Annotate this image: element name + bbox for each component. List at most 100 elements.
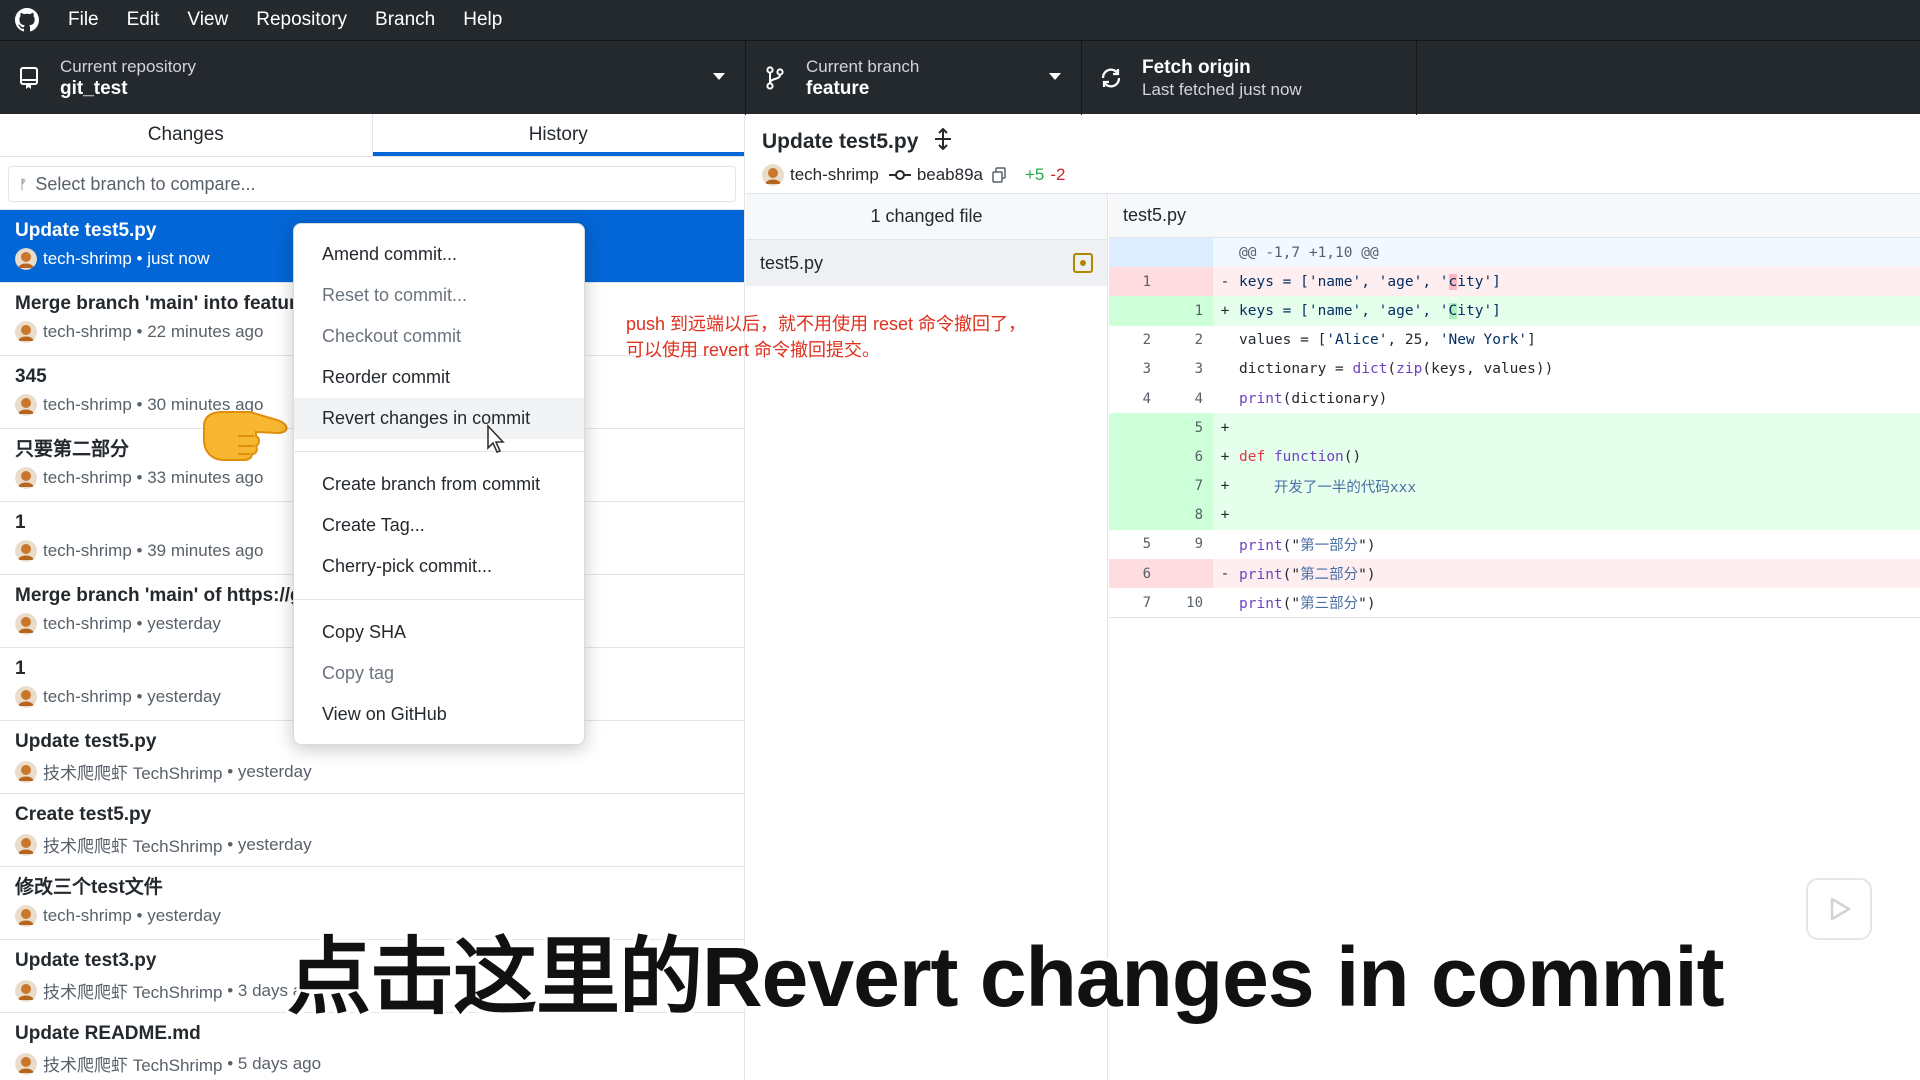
commit-item-separator: • (222, 1053, 238, 1073)
menu-bar: File Edit View Repository Branch Help (0, 0, 1920, 40)
branch-icon: ᚠ (19, 176, 28, 192)
fetch-origin-button[interactable]: Fetch origin Last fetched just now (1082, 41, 1417, 115)
commit-item-separator: • (222, 980, 238, 1000)
tab-changes[interactable]: Changes (0, 114, 373, 156)
commit-list-item[interactable]: Create test5.py 技术爬爬虾 TechShrimp • yester… (0, 794, 744, 867)
commit-item-separator: • (222, 761, 238, 781)
avatar (762, 164, 784, 186)
changed-file-item[interactable]: test5.py (746, 240, 1107, 286)
branch-icon (762, 65, 788, 91)
new-line-number: 10 (1161, 588, 1213, 618)
commit-item-separator: • (131, 322, 148, 341)
new-line-number: 6 (1161, 442, 1213, 472)
commit-item-time: yesterday (147, 906, 221, 925)
avatar (15, 321, 37, 343)
commit-item-author: tech-shrimp (43, 541, 132, 560)
diff-line[interactable]: 1 - keys = ['name', 'age', 'city'] (1109, 267, 1920, 297)
new-line-number: 8 (1161, 500, 1213, 530)
diff-code: print(dictionary) (1239, 390, 1388, 407)
diff-code: dictionary = dict(zip(keys, values)) (1239, 361, 1554, 378)
commit-item-separator: • (131, 541, 148, 560)
video-play-button[interactable] (1806, 878, 1872, 940)
tab-history[interactable]: History (372, 114, 744, 156)
fetch-origin-label: Fetch origin (1142, 57, 1251, 78)
menu-item-revert-changes-in-commit[interactable]: Revert changes in commit (294, 398, 584, 439)
menu-item-checkout-commit[interactable]: Checkout commit (294, 316, 584, 357)
video-caption: 点击这里的Revert changes in commit (287, 930, 1725, 1024)
menu-edit[interactable]: Edit (113, 0, 174, 40)
avatar (15, 686, 37, 708)
toolbar: Current repository git_test Current bran… (0, 40, 1920, 115)
diff-line[interactable]: 6 - print("第二部分") (1109, 559, 1920, 589)
commit-item-separator: • (131, 468, 148, 487)
menu-item-reset-to-commit[interactable]: Reset to commit... (294, 275, 584, 316)
sync-icon (1098, 65, 1124, 91)
changed-file-name: test5.py (760, 252, 824, 273)
last-fetched-text: Last fetched just now (1142, 80, 1302, 99)
menu-item-amend-commit[interactable]: Amend commit... (294, 234, 584, 275)
diff-end-divider (1109, 617, 1920, 619)
commit-item-author: 技术爬爬虾 TechShrimp (43, 837, 223, 856)
sidebar-tabs: Changes History (0, 114, 744, 157)
menu-item-cherry-pick-commit[interactable]: Cherry-pick commit... (294, 546, 584, 587)
copy-icon[interactable] (991, 167, 1007, 183)
diff-line[interactable]: 5 9 print("第一部分") (1109, 529, 1920, 560)
menu-item-view-on-github[interactable]: View on GitHub (294, 694, 584, 735)
menu-branch[interactable]: Branch (361, 0, 449, 40)
commit-item-time: yesterday (237, 834, 312, 854)
branch-compare-input[interactable]: ᚠ Select branch to compare... (8, 166, 736, 202)
old-line-number: 3 (1109, 354, 1161, 384)
diff-line[interactable]: 6 + def function() (1109, 442, 1920, 472)
commit-item-author: 技术爬爬虾 TechShrimp (43, 764, 223, 783)
commit-author: tech-shrimp (790, 165, 879, 184)
menu-file[interactable]: File (54, 0, 113, 40)
menu-repository[interactable]: Repository (242, 0, 361, 40)
menu-item-copy-sha[interactable]: Copy SHA (294, 612, 584, 653)
chevron-down-icon (1049, 73, 1061, 80)
commit-item-time: yesterday (147, 687, 221, 706)
commit-item-separator: • (131, 395, 148, 414)
diff-code: def function() (1239, 448, 1362, 465)
menu-item-copy-tag[interactable]: Copy tag (294, 653, 584, 694)
commit-item-meta: 技术爬爬虾 TechShrimp • 5 days ago (15, 1051, 729, 1076)
menu-item-create-branch-from-commit[interactable]: Create branch from commit (294, 464, 584, 505)
diff-line[interactable]: 3 3 dictionary = dict(zip(keys, values)) (1109, 354, 1920, 384)
diff-line[interactable]: 5 + (1109, 413, 1920, 443)
current-repository-button[interactable]: Current repository git_test (0, 41, 746, 115)
current-branch-button[interactable]: Current branch feature (746, 41, 1082, 115)
commit-item-time: yesterday (147, 614, 221, 633)
chevron-down-icon (713, 73, 725, 80)
menu-view[interactable]: View (173, 0, 242, 40)
commit-item-author: 技术爬爬虾 TechShrimp (43, 983, 223, 1002)
changed-char-highlight: c (1448, 273, 1458, 290)
commit-item-separator: • (131, 614, 148, 633)
new-line-number: 1 (1161, 296, 1213, 326)
commit-item-author: tech-shrimp (43, 322, 132, 341)
play-icon (1830, 897, 1851, 921)
menu-item-create-tag[interactable]: Create Tag... (294, 505, 584, 546)
diff-line[interactable]: 1 + keys = ['name', 'age', 'City'] (1109, 296, 1920, 326)
expand-icon[interactable] (932, 127, 954, 156)
diff-line[interactable]: 7 10 print("第三部分") (1109, 588, 1920, 618)
new-line-number: 9 (1161, 529, 1213, 560)
github-desktop-window: File Edit View Repository Branch Help Cu… (0, 0, 1920, 1080)
menu-help[interactable]: Help (449, 0, 516, 40)
commit-item-title: Create test5.py (15, 804, 152, 825)
menu-item-reorder-commit[interactable]: Reorder commit (294, 357, 584, 398)
branch-compare-placeholder: Select branch to compare... (35, 173, 256, 194)
code-fragment: ity'] (1457, 302, 1501, 319)
old-line-number: 4 (1109, 383, 1161, 414)
diff-line[interactable]: 4 4 print(dictionary) (1109, 383, 1920, 414)
changed-files-count: 1 changed file (746, 194, 1107, 240)
diff-line[interactable]: 2 2 values = ['Alice', 25, 'New York'] (1109, 325, 1920, 355)
new-line-number (1161, 559, 1213, 589)
diff-line[interactable]: 8 + (1109, 500, 1920, 530)
diff-file-name: test5.py (1109, 194, 1920, 238)
diff-line[interactable]: 7 + 开发了一半的代码xxx (1109, 471, 1920, 501)
diff-sign: - (1220, 565, 1230, 582)
menu-separator (294, 599, 584, 600)
avatar (15, 394, 37, 416)
diff-code: keys = ['name', 'age', 'city'] (1237, 273, 1920, 290)
avatar (15, 248, 37, 270)
annotation-note: push 到远端以后，就不用使用 reset 命令撤回了， 可以使用 rever… (626, 311, 1026, 363)
